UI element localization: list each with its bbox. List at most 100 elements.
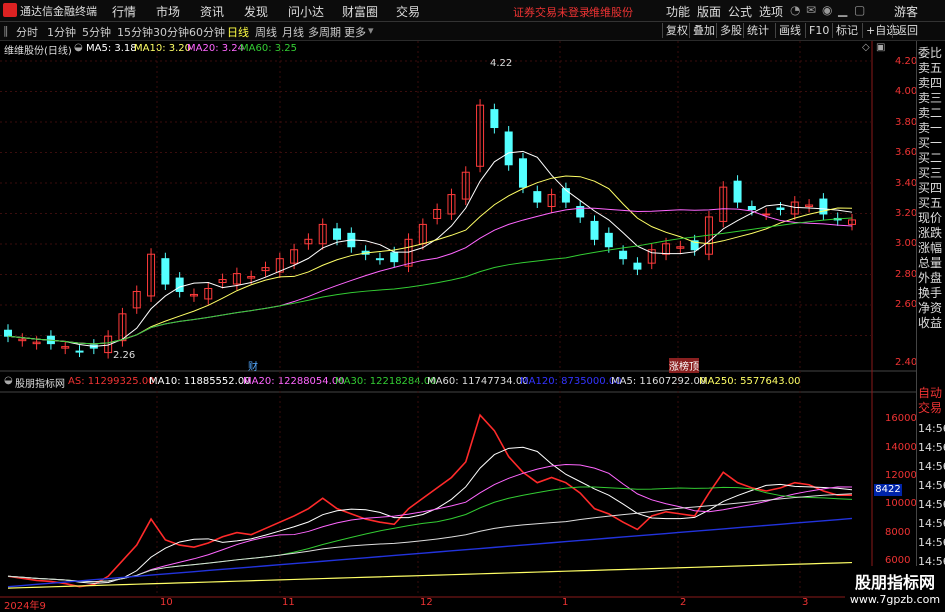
trade-time: 14:56 xyxy=(918,479,945,492)
period-15min[interactable]: 15分钟 xyxy=(117,24,153,40)
x-tick: 12 xyxy=(420,597,433,608)
btn-duogu[interactable]: 多股 xyxy=(716,23,745,38)
ma40-line xyxy=(7,217,853,345)
period-fenshi[interactable]: 分时 xyxy=(16,24,38,40)
price-tick: 4.20 xyxy=(895,56,918,67)
price-tick: 2.40 xyxy=(895,357,918,368)
watermark: 股朋指标网 www.7gpzb.com xyxy=(845,566,945,609)
period-1min[interactable]: 1分钟 xyxy=(47,24,76,40)
login-alert[interactable]: 证券交易未登录 xyxy=(513,4,590,20)
candle-series xyxy=(4,99,856,359)
toolbar-grip-icon: ‖ xyxy=(3,24,9,37)
minimize-icon[interactable]: ▁ xyxy=(838,3,847,17)
btn-diejia[interactable]: 叠加 xyxy=(689,23,718,38)
btn-fuquan[interactable]: 复权 xyxy=(662,23,691,38)
candle-body xyxy=(604,232,613,248)
ind-value-tag: 8422 xyxy=(874,484,902,496)
ind-tick: 12000 xyxy=(885,470,917,481)
candle-body xyxy=(161,258,170,285)
menu-shichang[interactable]: 市场 xyxy=(156,3,180,20)
candle-body xyxy=(633,262,642,270)
ind-tick: 10000 xyxy=(885,498,917,509)
x-tick: 2 xyxy=(680,597,687,608)
auto-trade-labels[interactable]: 自动 交易 xyxy=(918,386,945,416)
menu-gongshi[interactable]: 公式 xyxy=(728,3,752,20)
kline-chart[interactable] xyxy=(0,41,916,609)
app-title: 通达信金融终端 xyxy=(20,5,97,18)
candle-body xyxy=(175,277,184,292)
trade-time: 14:56 xyxy=(918,441,945,454)
guest-label[interactable]: 游客 xyxy=(894,3,918,20)
trade-time: 14:56 xyxy=(918,422,945,435)
x-tick: 10 xyxy=(160,597,173,608)
watermark-url: www.7gpzb.com xyxy=(849,593,941,606)
stock-alert[interactable]: 维维股份 xyxy=(589,4,633,20)
candle-body xyxy=(776,207,785,210)
candle-body xyxy=(619,250,628,260)
ma5-line xyxy=(7,150,853,347)
price-tick: 3.60 xyxy=(895,147,918,158)
period-week[interactable]: 周线 xyxy=(255,24,277,40)
mail-icon[interactable]: ✉ xyxy=(806,3,816,17)
menu-xuanxiang[interactable]: 选项 xyxy=(759,3,783,20)
period-60min[interactable]: 60分钟 xyxy=(189,24,225,40)
candle-body xyxy=(590,220,599,240)
ind-tick: 14000 xyxy=(885,442,917,453)
event-marker[interactable]: 财 xyxy=(248,358,258,373)
ind-tick: 6000 xyxy=(885,555,911,566)
btn-biaoji[interactable]: 标记 xyxy=(832,23,861,38)
period-day[interactable]: 日线 xyxy=(227,24,249,40)
low-annotation: 2.26 xyxy=(113,350,136,361)
menu-jiaoyi[interactable]: 交易 xyxy=(396,3,420,20)
btn-fanhui[interactable]: 返回 xyxy=(892,23,921,38)
period-5min[interactable]: 5分钟 xyxy=(82,24,111,40)
app-logo-icon xyxy=(3,3,17,17)
ma-lines xyxy=(7,150,853,347)
menu-wenxiaoda[interactable]: 问小达 xyxy=(288,3,324,20)
period-more[interactable]: 更多 xyxy=(344,24,366,40)
menu-hangqing[interactable]: 行情 xyxy=(112,3,136,20)
price-tick: 2.60 xyxy=(895,299,918,310)
ind-tick: 16000 xyxy=(885,413,917,424)
candle-body xyxy=(533,191,542,203)
quote-labels: 委比 卖五 卖四 卖三 卖二 卖一 买一 买二 买三 买四 买五 现价 涨跌 涨幅 总量 外盘 换手 净资 收益 xyxy=(918,46,943,330)
ma10-line xyxy=(7,175,853,345)
price-tick: 4.00 xyxy=(895,86,918,97)
menu-banmian[interactable]: 版面 xyxy=(697,3,721,20)
watermark-title: 股朋指标网 xyxy=(854,573,935,592)
ind-ma5-line xyxy=(7,446,853,584)
menu-gongneng[interactable]: 功能 xyxy=(666,3,690,20)
user-icon[interactable]: ◉ xyxy=(822,3,832,17)
period-multi[interactable]: 多周期 xyxy=(308,24,341,40)
candle-body xyxy=(75,350,84,353)
btn-f10[interactable]: F10 xyxy=(805,23,832,38)
candle-body xyxy=(375,258,384,261)
candle-body xyxy=(747,206,756,210)
period-month[interactable]: 月线 xyxy=(282,24,304,40)
event-marker[interactable]: 涨榜顶 xyxy=(669,358,699,373)
price-tick: 3.80 xyxy=(895,117,918,128)
trade-time: 14:56 xyxy=(918,498,945,511)
indicator-lines xyxy=(7,413,853,589)
bell-icon[interactable]: ◔ xyxy=(790,3,800,17)
ind-ma60-line xyxy=(7,493,853,583)
menu-zixun[interactable]: 资讯 xyxy=(200,3,224,20)
period-toolbar: ‖ 分时 1分钟 5分钟 15分钟 30分钟 60分钟 日线 周线 月线 多周期… xyxy=(0,22,945,41)
candle-body xyxy=(733,180,742,203)
menu-faxian[interactable]: 发现 xyxy=(244,3,268,20)
btn-huaxian[interactable]: 画线 xyxy=(775,23,804,38)
x-tick: 2024年9 xyxy=(4,601,46,612)
btn-tongji[interactable]: 统计 xyxy=(743,23,772,38)
ind-tick: 8000 xyxy=(885,527,911,538)
trade-time: 14:56 xyxy=(918,536,945,549)
trade-time: 14:56 xyxy=(918,517,945,530)
high-annotation: 4.22 xyxy=(490,58,513,69)
candle-body xyxy=(4,329,12,337)
candle-body xyxy=(390,252,399,263)
maximize-icon[interactable]: ▢ xyxy=(854,3,865,17)
menu-caifuquan[interactable]: 财富圈 xyxy=(342,3,378,20)
chevron-down-icon[interactable]: ▾ xyxy=(368,24,374,37)
chart-grid xyxy=(0,41,916,598)
price-tick: 2.80 xyxy=(895,269,918,280)
period-30min[interactable]: 30分钟 xyxy=(153,24,189,40)
